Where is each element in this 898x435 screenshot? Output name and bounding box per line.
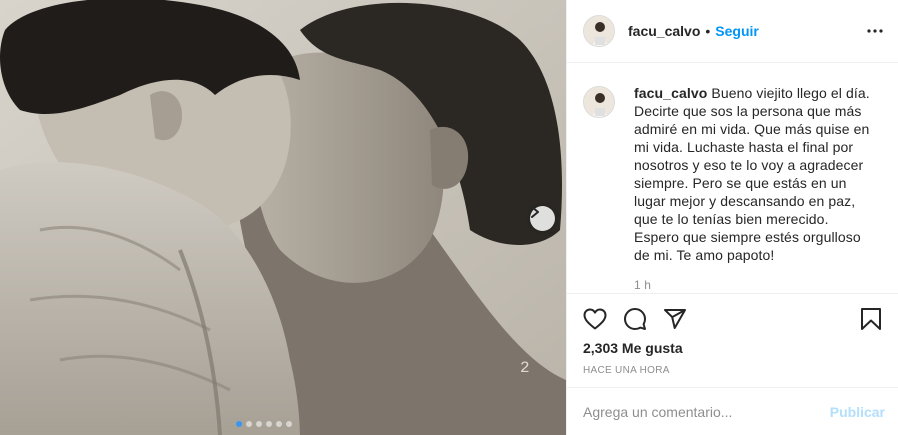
caption-username-link[interactable]: facu_calvo: [634, 85, 707, 101]
carousel-dot: [286, 421, 292, 427]
likes-count[interactable]: 2,303 Me gusta: [583, 340, 683, 356]
avatar-image: [584, 87, 614, 117]
post-header: facu_calvo • Seguir: [567, 0, 898, 63]
photo-date-stamp: 2: [520, 359, 530, 377]
caption-text: Bueno viejito llego el día. Decirte que …: [634, 85, 870, 263]
avatar-image: [584, 16, 614, 46]
carousel-next-button[interactable]: [530, 206, 555, 231]
avatar[interactable]: [583, 15, 615, 47]
carousel-dot: [276, 421, 282, 427]
carousel-indicator: [236, 421, 292, 427]
heart-icon: [583, 308, 607, 329]
like-button[interactable]: [575, 299, 615, 339]
comment-icon: [624, 307, 646, 330]
carousel-dot: [236, 421, 242, 427]
caption-avatar[interactable]: [583, 86, 615, 118]
username-link[interactable]: facu_calvo: [628, 23, 700, 39]
post-photo[interactable]: 2: [0, 0, 566, 435]
share-button[interactable]: [655, 299, 695, 339]
save-button[interactable]: [851, 299, 891, 339]
photo-image: 2: [0, 0, 566, 435]
more-options-button[interactable]: [865, 21, 885, 41]
comment-button[interactable]: [615, 299, 655, 339]
post-sidebar: facu_calvo • Seguir facu_calvo Bueno viej…: [566, 0, 898, 435]
bookmark-icon: [861, 307, 881, 330]
action-bar: [567, 293, 898, 343]
follow-button[interactable]: Seguir: [715, 23, 759, 39]
publish-button[interactable]: Publicar: [830, 404, 885, 420]
add-comment-form: Publicar: [567, 387, 898, 435]
header-separator: •: [705, 23, 711, 39]
share-icon: [664, 308, 686, 329]
caption-time-ago: 1 h: [634, 278, 651, 292]
comment-input[interactable]: [583, 403, 830, 420]
post-date: HACE UNA HORA: [583, 365, 670, 376]
chevron-right-icon: [531, 206, 539, 218]
comments-section: facu_calvo Bueno viejito llego el día. De…: [567, 64, 898, 293]
carousel-dot: [266, 421, 272, 427]
more-options-icon: [867, 29, 883, 33]
carousel-dot: [256, 421, 262, 427]
caption: facu_calvo Bueno viejito llego el día. De…: [634, 84, 874, 293]
carousel-dot: [246, 421, 252, 427]
